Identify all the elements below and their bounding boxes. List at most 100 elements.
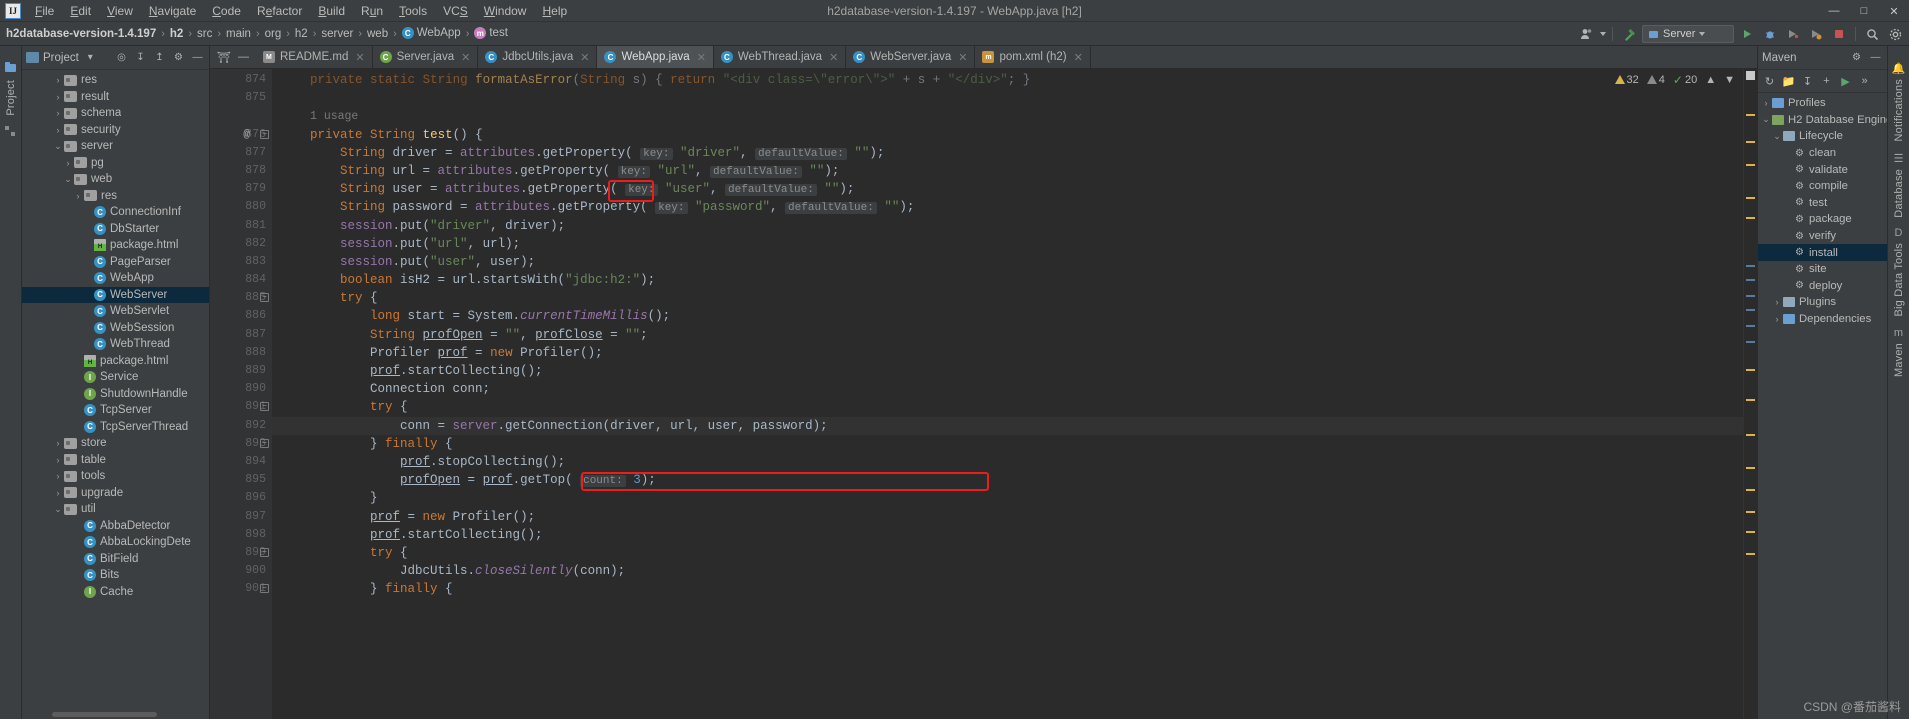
code-line[interactable]: } [272, 489, 1743, 507]
refresh-icon[interactable]: ↻ [1762, 74, 1777, 89]
code-line[interactable]: prof.stopCollecting(); [272, 453, 1743, 471]
menu-view[interactable]: View [99, 2, 141, 20]
code-line[interactable]: long start = System.currentTimeMillis(); [272, 307, 1743, 325]
project-view-chevron-down-icon[interactable]: ▾ [83, 50, 98, 65]
code-line[interactable]: conn = server.getConnection(driver, url,… [272, 416, 1743, 435]
tree-node-result[interactable]: › result [22, 89, 209, 106]
gutter-line[interactable]: 899− [210, 544, 272, 562]
maven-tree[interactable]: ›Profiles⌄H2 Database Engine⌄Lifecycle›⚙… [1758, 93, 1887, 719]
stripe-marker[interactable] [1746, 553, 1755, 555]
maven-node-plugins[interactable]: › Plugins [1758, 294, 1887, 311]
gutter-line[interactable]: 889 [210, 362, 272, 380]
error-stripe[interactable] [1743, 69, 1757, 719]
fold-icon[interactable]: − [260, 129, 269, 139]
code-line[interactable]: String driver = attributes.getProperty( … [272, 144, 1743, 162]
menu-tools[interactable]: Tools [391, 2, 435, 20]
maven-node-install[interactable]: ›⚙ install [1758, 244, 1887, 261]
code-line[interactable]: session.put("url", url); [272, 235, 1743, 253]
chevron-up-icon[interactable]: ▲ [1705, 74, 1716, 86]
code-line[interactable]: try { [272, 398, 1743, 416]
chevron-right-icon[interactable]: › [52, 438, 64, 448]
menu-file[interactable]: File [27, 2, 62, 20]
breadcrumb-item-h2[interactable]: h2 [295, 28, 308, 40]
code-line[interactable]: } finally { [272, 580, 1743, 598]
annotation-gutter-icon[interactable]: @ [243, 126, 250, 144]
editor-tab-server-java[interactable]: C Server.java ✕ [373, 46, 479, 68]
close-tab-icon[interactable]: ✕ [1074, 51, 1083, 64]
tree-node-pageparser[interactable]: ›C PageParser [22, 254, 209, 271]
breadcrumb-item-org[interactable]: org [265, 28, 282, 40]
close-tab-icon[interactable]: ✕ [829, 51, 838, 64]
chevron-down-icon[interactable]: ▼ [1724, 74, 1735, 86]
code-line[interactable]: boolean isH2 = url.startsWith("jdbc:h2:"… [272, 271, 1743, 289]
tree-node-bits[interactable]: ›C Bits [22, 567, 209, 584]
gutter-line[interactable]: 898 [210, 526, 272, 544]
chevron-down-icon[interactable]: ⌄ [52, 504, 64, 515]
gutter-line[interactable]: 880 [210, 198, 272, 216]
gutter-line[interactable]: 901− [210, 580, 272, 598]
editor-tab-webserver-java[interactable]: C WebServer.java ✕ [846, 46, 976, 68]
stripe-marker[interactable] [1746, 164, 1755, 166]
add-icon[interactable]: + [1819, 74, 1834, 89]
fold-icon[interactable]: − [260, 547, 269, 557]
chevron-right-icon[interactable]: › [1760, 98, 1772, 108]
hammer-icon[interactable] [1619, 24, 1639, 44]
code-line[interactable]: JdbcUtils.closeSilently(conn); [272, 562, 1743, 580]
tree-node-tcpserverthread[interactable]: ›C TcpServerThread [22, 419, 209, 436]
menu-refactor[interactable]: Refactor [249, 2, 310, 20]
gutter-line[interactable]: 881 [210, 217, 272, 235]
code-line[interactable]: profOpen = prof.getTop( count: 3); [272, 471, 1743, 489]
stripe-marker[interactable] [1746, 341, 1755, 343]
code-line[interactable]: String url = attributes.getProperty( key… [272, 162, 1743, 180]
editor-tab-pom-xml-h2-[interactable]: m pom.xml (h2) ✕ [975, 46, 1091, 68]
inspection-widget[interactable]: 32 4 ✓ 20 ▲ ▼ [1606, 69, 1743, 90]
gutter-line[interactable]: 877 [210, 144, 272, 162]
tree-node-web[interactable]: ⌄ web [22, 171, 209, 188]
tree-node-util[interactable]: ⌄ util [22, 501, 209, 518]
maven-node-profiles[interactable]: › Profiles [1758, 95, 1887, 112]
maven-node-compile[interactable]: ›⚙ compile [1758, 178, 1887, 195]
run-configuration-selector[interactable]: Server [1642, 25, 1734, 43]
chevron-right-icon[interactable]: › [62, 158, 74, 168]
stripe-marker[interactable] [1746, 114, 1755, 116]
menu-help[interactable]: Help [534, 2, 575, 20]
chevron-right-icon[interactable]: › [52, 455, 64, 465]
expand-all-icon[interactable]: ↧ [133, 50, 148, 65]
code-text[interactable]: private static String formatAsError(Stri… [272, 69, 1743, 719]
code-line[interactable] [272, 89, 1743, 107]
chevron-down-icon[interactable]: ⌄ [62, 174, 74, 185]
gutter-line[interactable]: 891− [210, 398, 272, 416]
code-line[interactable]: 1 usage [272, 107, 1743, 125]
stripe-marker[interactable] [1746, 399, 1755, 401]
tree-node-store[interactable]: › store [22, 435, 209, 452]
tree-node-security[interactable]: › security [22, 122, 209, 139]
code-line[interactable]: prof.startCollecting(); [272, 362, 1743, 380]
stripe-marker[interactable] [1746, 467, 1755, 469]
tree-node-schema[interactable]: › schema [22, 105, 209, 122]
stripe-marker[interactable] [1746, 217, 1755, 219]
code-line[interactable]: private static String formatAsError(Stri… [272, 71, 1743, 89]
stripe-marker[interactable] [1746, 279, 1755, 281]
tree-node-tcpserver[interactable]: ›C TcpServer [22, 402, 209, 419]
tree-node-connectioninf[interactable]: ›C ConnectionInf [22, 204, 209, 221]
gutter-line[interactable]: 874 [210, 71, 272, 89]
chevron-right-icon[interactable]: › [52, 125, 64, 135]
tree-node-abbadetector[interactable]: ›C AbbaDetector [22, 518, 209, 535]
tree-node-bitfield[interactable]: ›C BitField [22, 551, 209, 568]
maven-node-package[interactable]: ›⚙ package [1758, 211, 1887, 228]
maven-node-dependencies[interactable]: › Dependencies [1758, 311, 1887, 328]
stripe-marker[interactable] [1746, 141, 1755, 143]
code-line[interactable]: String user = attributes.getProperty( ke… [272, 180, 1743, 198]
chevron-down-icon[interactable]: ⌄ [52, 141, 64, 152]
tree-node-server[interactable]: ⌄ server [22, 138, 209, 155]
structure-icon[interactable] [5, 125, 16, 140]
run-icon[interactable] [1737, 24, 1757, 44]
code-line[interactable]: String profOpen = "", profClose = ""; [272, 326, 1743, 344]
gutter-line[interactable]: 890 [210, 380, 272, 398]
menu-run[interactable]: Run [353, 2, 391, 20]
gutter-line[interactable]: 895 [210, 471, 272, 489]
tree-node-res[interactable]: › res [22, 188, 209, 205]
tree-node-webserver[interactable]: ›C WebServer [22, 286, 209, 303]
editor-tab-webapp-java[interactable]: C WebApp.java ✕ [597, 46, 714, 68]
fold-icon[interactable]: − [260, 584, 269, 594]
